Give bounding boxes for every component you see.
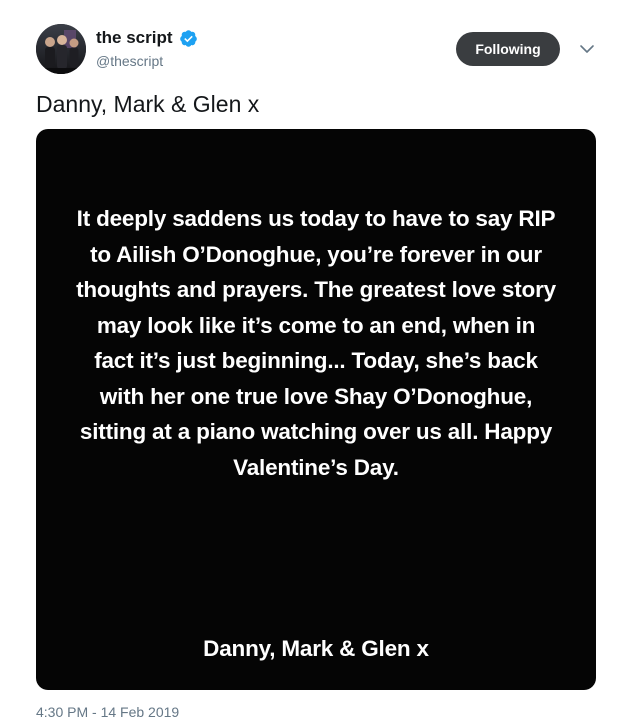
author-avatar[interactable] — [36, 24, 86, 74]
tweet-timestamp[interactable]: 4:30 PM - 14 Feb 2019 — [36, 703, 179, 721]
tweet-media-image[interactable]: It deeply saddens us today to have to sa… — [36, 129, 596, 690]
chevron-down-icon[interactable] — [578, 42, 596, 56]
author-handle[interactable]: @thescript — [96, 52, 163, 70]
tweet-text: Danny, Mark & Glen x — [36, 91, 260, 117]
avatar-image — [36, 24, 86, 74]
tweet-card: the script @thescript Following Danny, M… — [0, 0, 629, 726]
following-button[interactable]: Following — [456, 32, 560, 66]
author-name-row[interactable]: the script — [96, 27, 198, 49]
verified-badge-icon — [179, 29, 198, 48]
image-statement-text: It deeply saddens us today to have to sa… — [76, 206, 556, 480]
image-signature-text: Danny, Mark & Glen x — [203, 636, 429, 661]
author-display-name[interactable]: the script — [96, 27, 173, 49]
